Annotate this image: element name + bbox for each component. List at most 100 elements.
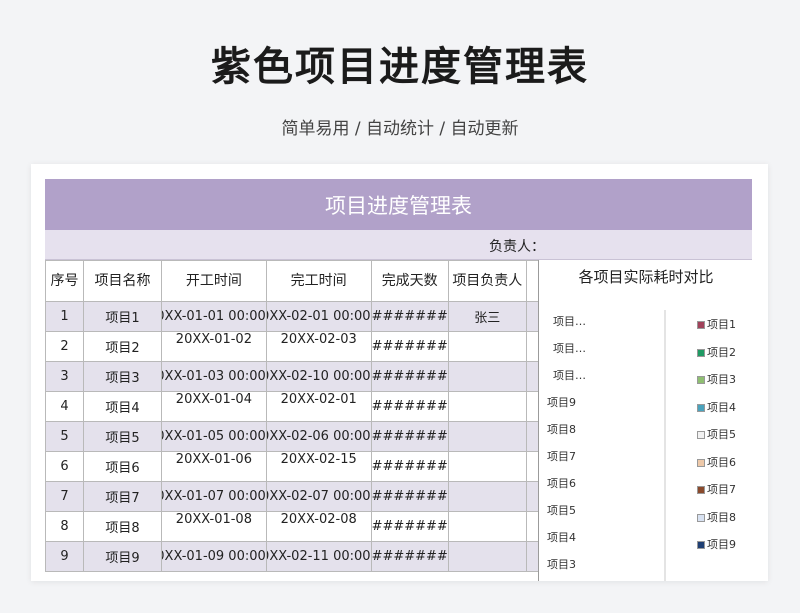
legend-swatch [697,321,705,329]
legend-item[interactable]: 项目6 [697,454,736,470]
legend-item[interactable]: 项目1 [697,316,736,332]
cell-end-text: 20XX-02-10 00:00 [267,369,371,384]
legend-item[interactable]: 项目2 [697,344,736,360]
col-header-owner[interactable]: 项目负责人 [447,260,527,302]
cell-start[interactable]: 20XX-01-09 00:00 [161,541,267,572]
table-row[interactable]: 9 项目9 20XX-01-09 00:0020XX-02-11 00:00####… [45,541,606,572]
cell-start-text: 20XX-01-01 00:00 [162,309,266,324]
table-row[interactable]: 8 项目8 20XX-01-08 20XX-02-08 ####### [45,511,606,542]
cell-no[interactable]: 8 [45,511,84,542]
col-header-name[interactable]: 项目名称 [83,260,162,302]
cell-start[interactable]: 20XX-01-07 00:00 [161,481,267,512]
page-title: 紫色项目进度管理表 [211,44,589,90]
col-header-days[interactable]: 完成天数 [370,260,449,302]
cell-owner[interactable] [447,391,527,422]
cell-days[interactable]: ####### [370,421,449,452]
cell-end[interactable]: 20XX-02-10 00:00 [265,361,372,392]
col-header-end[interactable]: 完工时间 [265,260,372,302]
cell-name[interactable]: 项目7 [83,481,162,512]
cell-start[interactable]: 20XX-01-01 00:00 [161,301,267,332]
cell-end[interactable]: 20XX-02-11 00:00 [265,541,372,572]
cell-end[interactable]: 20XX-02-01 [265,391,372,422]
cell-no[interactable]: 2 [45,331,84,362]
table-row[interactable]: 3 项目3 20XX-01-03 00:0020XX-02-10 00:00####… [45,361,606,392]
cell-no-text: 1 [60,309,69,324]
col-header-start[interactable]: 开工时间 [161,260,267,302]
legend-item[interactable]: 项目5 [697,426,736,442]
cell-days[interactable]: ####### [370,451,449,482]
cell-days[interactable]: ####### [370,481,449,512]
cell-end[interactable]: 20XX-02-15 [265,451,372,482]
preview-card: 项目进度管理表 负责人： 序号 项目名称 开工时间 完工时间 完成天数 项目负责… [31,164,768,581]
cell-owner[interactable] [447,421,527,452]
cell-days-text: ####### [371,399,448,414]
legend-swatch [697,376,705,384]
cell-owner[interactable] [447,511,527,542]
cell-days[interactable]: ####### [370,541,449,572]
cell-name[interactable]: 项目5 [83,421,162,452]
cell-end[interactable]: 20XX-02-06 00:00 [265,421,372,452]
cell-owner[interactable] [447,361,527,392]
cell-days[interactable]: ####### [370,361,449,392]
cell-end-text: 20XX-02-03 [280,332,357,348]
duration-chart[interactable]: 各项目实际耗时对比 项目… 项目… 项目… 项目9 项目8 项目7 项目6 项目5 项目4 项目3… [538,260,752,581]
cell-end[interactable]: 20XX-02-03 [265,331,372,362]
cell-no[interactable]: 9 [45,541,84,572]
col-header-no[interactable]: 序号 [45,260,84,302]
cell-start-text: 20XX-01-02 [175,332,252,348]
cell-name[interactable]: 项目8 [83,511,162,542]
legend-label: 项目7 [707,483,736,496]
cell-name[interactable]: 项目1 [83,301,162,332]
legend-item[interactable]: 项目4 [697,399,736,415]
cell-start[interactable]: 20XX-01-08 [161,511,267,542]
cell-days-text: ####### [371,459,448,474]
table-row[interactable]: 6 项目6 20XX-01-06 20XX-02-15 ####### [45,451,606,482]
cell-end[interactable]: 20XX-02-01 00:00 [265,301,372,332]
legend-item[interactable]: 项目9 [697,536,736,552]
cell-days[interactable]: ####### [370,331,449,362]
table-row[interactable]: 5 项目5 20XX-01-05 00:0020XX-02-06 00:00####… [45,421,606,452]
cell-name[interactable]: 项目9 [83,541,162,572]
cell-no[interactable]: 7 [45,481,84,512]
cell-start[interactable]: 20XX-01-06 [161,451,267,482]
table-row[interactable]: 4 项目4 20XX-01-04 20XX-02-01 ####### [45,391,606,422]
cell-no[interactable]: 5 [45,421,84,452]
cell-start[interactable]: 20XX-01-04 [161,391,267,422]
cell-name[interactable]: 项目2 [83,331,162,362]
cell-owner[interactable] [447,541,527,572]
legend-swatch [697,431,705,439]
cell-name[interactable]: 项目6 [83,451,162,482]
cell-start[interactable]: 20XX-01-03 00:00 [161,361,267,392]
table-row[interactable]: 2 项目2 20XX-01-02 20XX-02-03 ####### [45,331,606,362]
chart-y-label: 项目… [553,369,586,382]
chart-y-label: 项目9 [547,396,576,409]
cell-days[interactable]: ####### [370,391,449,422]
cell-name[interactable]: 项目3 [83,361,162,392]
cell-owner[interactable] [447,451,527,482]
legend-item[interactable]: 项目3 [697,371,736,387]
cell-days-text: ####### [371,519,448,534]
table-row[interactable]: 1 项目1 20XX-01-01 00:0020XX-02-01 00:00####… [45,301,606,332]
cell-no[interactable]: 6 [45,451,84,482]
cell-start[interactable]: 20XX-01-05 00:00 [161,421,267,452]
cell-owner[interactable]: 张三 [447,301,527,332]
cell-days[interactable]: ####### [370,511,449,542]
cell-end[interactable]: 20XX-02-07 00:00 [265,481,372,512]
cell-no[interactable]: 3 [45,361,84,392]
cell-start-text: 20XX-01-05 00:00 [162,429,266,444]
cell-no[interactable]: 4 [45,391,84,422]
cell-name[interactable]: 项目4 [83,391,162,422]
legend-item[interactable]: 项目7 [697,481,736,497]
cell-start[interactable]: 20XX-01-02 [161,331,267,362]
legend-label: 项目6 [707,455,736,469]
cell-owner[interactable] [447,481,527,512]
legend-swatch [697,486,705,494]
cell-days[interactable]: ####### [370,301,449,332]
cell-days-text: ####### [371,549,448,564]
table-row[interactable]: 7 项目7 20XX-01-07 00:0020XX-02-07 00:00####… [45,481,606,512]
cell-owner[interactable] [447,331,527,362]
cell-no[interactable]: 1 [45,301,84,332]
legend-item[interactable]: 项目8 [697,509,736,525]
cell-end[interactable]: 20XX-02-08 [265,511,372,542]
legend-label: 项目2 [707,345,736,359]
